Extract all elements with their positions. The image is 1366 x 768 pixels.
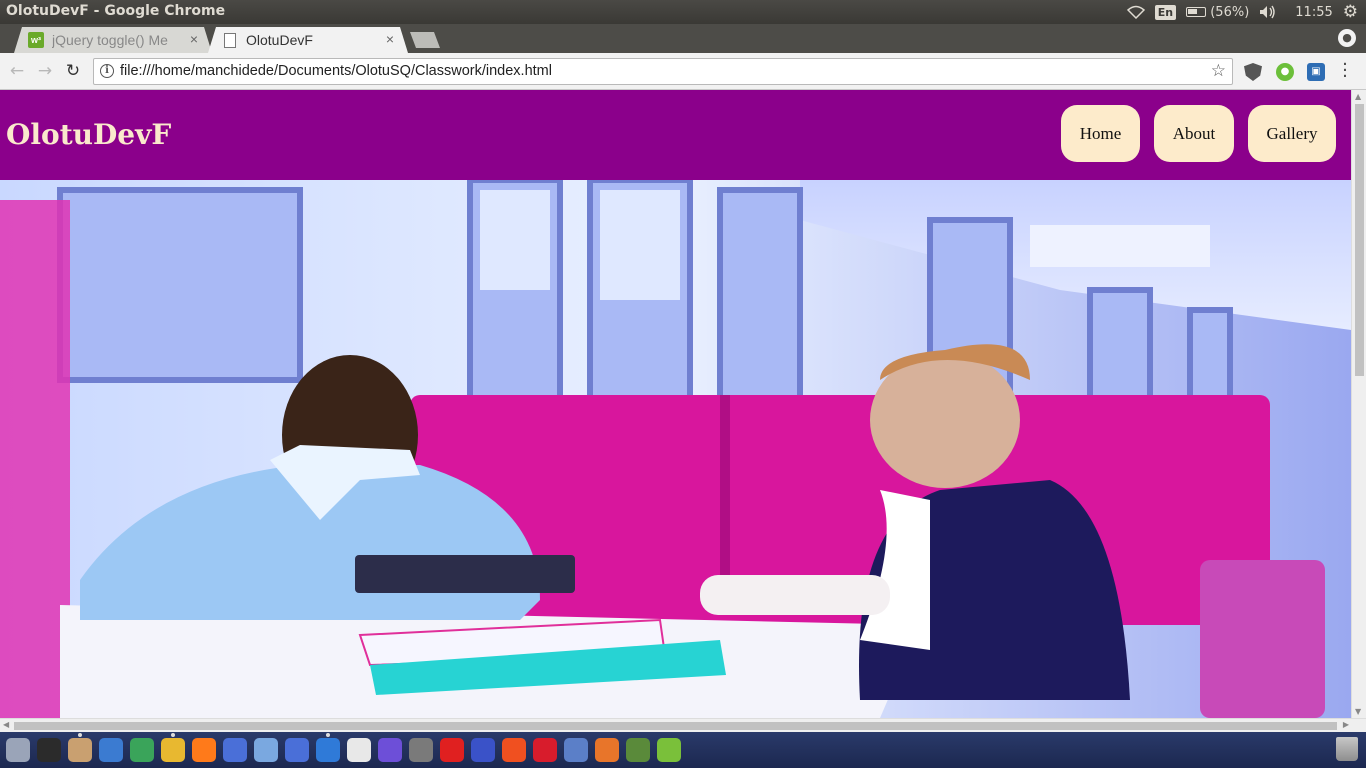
scroll-down-arrow-icon[interactable]: ▼	[1355, 707, 1361, 716]
software-center-icon[interactable]	[595, 738, 619, 762]
blue-extension-icon[interactable]: ▣	[1307, 63, 1325, 81]
system-tray: En (56%) 11:55 ⚙	[1126, 0, 1358, 24]
tab-label: OlotuDevF	[246, 32, 313, 48]
bookmark-star-icon[interactable]: ☆	[1211, 61, 1226, 81]
page-favicon-icon	[224, 32, 236, 48]
new-tab-button[interactable]	[410, 32, 440, 48]
vertical-scroll-thumb[interactable]	[1355, 104, 1364, 376]
settings-gear-icon[interactable]: ⚙	[1343, 2, 1358, 22]
yandex-icon[interactable]	[440, 738, 464, 762]
chromium-icon[interactable]	[254, 738, 278, 762]
dash-home-icon[interactable]	[6, 738, 30, 762]
close-tab-icon[interactable]: ×	[386, 31, 394, 47]
web-icon[interactable]	[564, 738, 588, 762]
tab-strip: w³ jQuery toggle() Me × OlotuDevF × ●	[0, 24, 1366, 53]
vertical-scrollbar[interactable]: ▲ ▼	[1351, 90, 1366, 718]
clock[interactable]: 11:55	[1295, 5, 1332, 20]
browser-toolbar: ← → ↻ i file:///home/manchidede/Document…	[0, 53, 1366, 90]
scroll-up-arrow-icon[interactable]: ▲	[1355, 92, 1361, 101]
battery-icon	[1186, 7, 1207, 17]
tab-olotudevf[interactable]: OlotuDevF ×	[208, 27, 408, 53]
battery-percentage: (56%)	[1210, 4, 1250, 20]
volume-icon[interactable]	[1259, 5, 1277, 19]
nav-about-button[interactable]: About	[1154, 105, 1234, 162]
firefox-icon[interactable]	[192, 738, 216, 762]
url-text[interactable]: file:///home/manchidede/Documents/OlotuS…	[120, 63, 552, 79]
files-icon[interactable]	[68, 733, 92, 762]
calc-icon[interactable]	[130, 738, 154, 762]
app-icon[interactable]	[409, 738, 433, 762]
chrome-menu-icon[interactable]: · · ·	[1340, 56, 1350, 86]
green-extension-icon[interactable]: ●	[1276, 63, 1294, 81]
site-header: OlotuDevF Home About Gallery	[0, 90, 1351, 180]
writer-icon[interactable]	[99, 738, 123, 762]
profile-avatar-icon[interactable]: ●	[1338, 29, 1356, 47]
app-icon[interactable]	[223, 738, 247, 762]
horizontal-scroll-thumb[interactable]	[14, 722, 1337, 730]
hero-image	[0, 180, 1351, 718]
shield-extension-icon[interactable]	[1244, 63, 1262, 81]
tab-label: jQuery toggle() Me	[52, 32, 168, 48]
opera-icon[interactable]	[533, 738, 557, 762]
os-top-panel: OlotuDevF - Google Chrome En (56%) 11:55…	[0, 0, 1366, 24]
address-bar[interactable]: i file:///home/manchidede/Documents/Olot…	[93, 58, 1233, 85]
back-button[interactable]: ←	[6, 60, 28, 82]
reload-button[interactable]: ↻	[62, 60, 84, 82]
scroll-right-arrow-icon[interactable]: ▶	[1343, 720, 1349, 729]
scroll-left-arrow-icon[interactable]: ◀	[3, 720, 9, 729]
nav-gallery-button[interactable]: Gallery	[1248, 105, 1336, 162]
app-icon[interactable]	[285, 738, 309, 762]
battery-indicator[interactable]: (56%)	[1186, 5, 1249, 20]
w3schools-favicon-icon: w³	[28, 32, 44, 48]
window-title: OlotuDevF - Google Chrome	[6, 3, 226, 19]
text-editor-icon[interactable]	[347, 738, 371, 762]
site-title: OlotuDevF	[6, 118, 172, 151]
brave-icon[interactable]	[502, 738, 526, 762]
wifi-icon[interactable]	[1126, 5, 1145, 19]
terminal-icon[interactable]	[37, 738, 61, 762]
page-viewport: OlotuDevF Home About Gallery	[0, 90, 1351, 718]
forward-button[interactable]: →	[34, 60, 56, 82]
app-icon[interactable]	[657, 738, 681, 762]
vscode-icon[interactable]	[316, 733, 340, 762]
tab-jquery-toggle[interactable]: w³ jQuery toggle() Me ×	[14, 27, 212, 53]
launcher-bar	[0, 732, 1366, 768]
close-tab-icon[interactable]: ×	[190, 31, 198, 47]
keyboard-layout-indicator[interactable]: En	[1154, 4, 1177, 20]
chrome-icon[interactable]	[161, 733, 185, 762]
site-info-icon[interactable]: i	[100, 64, 114, 78]
app-icon[interactable]	[626, 738, 650, 762]
hero-photo-illustration	[0, 180, 1351, 718]
trash-icon[interactable]	[1336, 737, 1358, 761]
firefox-dev-icon[interactable]	[378, 738, 402, 762]
horizontal-scrollbar[interactable]: ◀ ▶	[0, 718, 1366, 732]
nav-home-button[interactable]: Home	[1061, 105, 1140, 162]
firefox-nightly-icon[interactable]	[471, 738, 495, 762]
